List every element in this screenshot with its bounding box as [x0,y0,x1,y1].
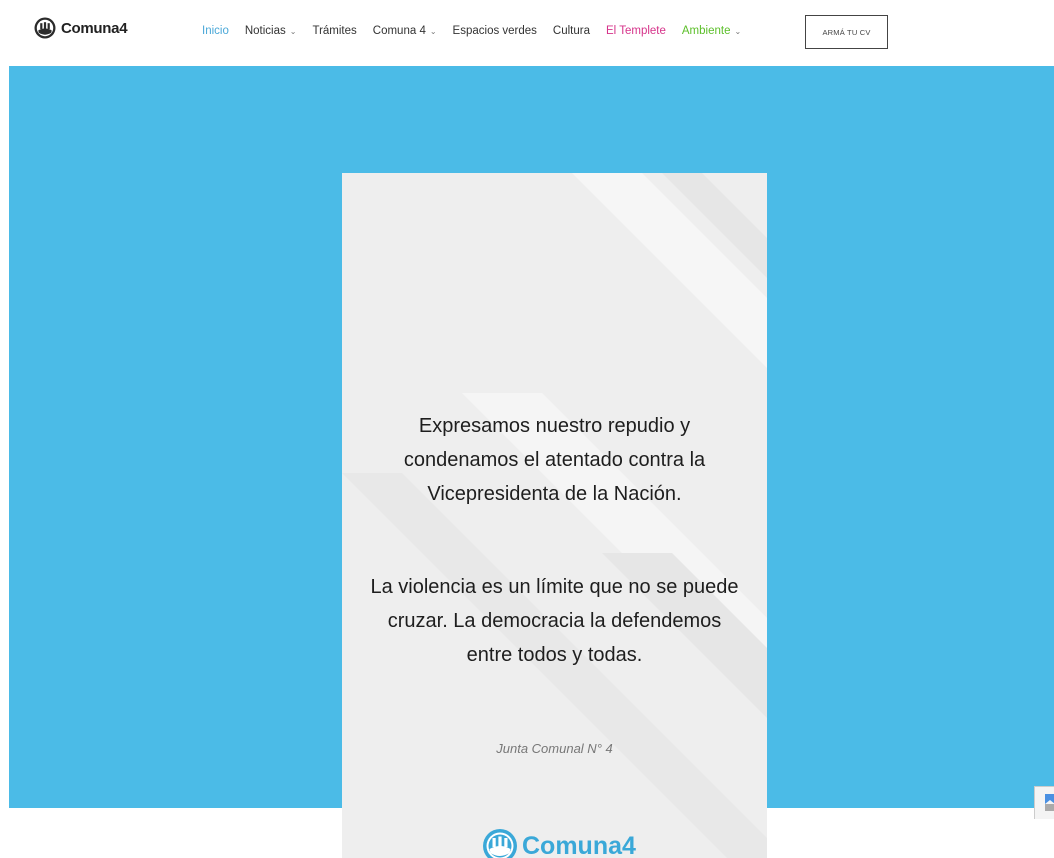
nav-item-ambiente[interactable]: Ambiente⌄ [682,25,741,37]
nav-item-label: Ambiente [682,25,731,37]
statement-violencia: La violencia es un límite que no se pued… [342,570,767,672]
card-logo-word: Comuna [522,832,622,858]
statement-line: condenamos el atentado contra la [342,443,767,477]
statement-line: cruzar. La democracia la defendemos [342,604,767,638]
statement-line: Vicepresidenta de la Nación. [342,477,767,511]
hero-section: Expresamos nuestro repudio y condenamos … [9,66,1054,808]
nav-item-label: El Templete [606,25,666,37]
statement-line: entre todos y todas. [342,638,767,672]
nav-item-label: Noticias [245,25,286,37]
site-header: Comuna4 Inicio Noticias ⌄ Trámites Comuna 4 ⌄… [0,0,1054,66]
comuna-emblem-icon [482,828,518,858]
card-logo-text: Comuna4 [522,832,636,858]
main-navigation: Inicio Noticias ⌄ Trámites Comuna 4 ⌄ Espacios… [202,25,757,37]
nav-item-tramites[interactable]: Trámites [312,25,356,37]
card-logo-number: 4 [622,832,636,858]
arma-tu-cv-button[interactable]: ARMÁ TU CV [805,15,888,49]
chevron-down-icon: ⌄ [290,27,297,36]
recaptcha-icon [1043,791,1054,813]
nav-item-label: Inicio [202,25,229,37]
chevron-down-icon: ⌄ [430,27,437,36]
nav-item-comuna-4[interactable]: Comuna 4 ⌄ [373,25,437,37]
statement-line: La violencia es un límite que no se pued… [342,570,767,604]
nav-item-cultura[interactable]: Cultura [553,25,590,37]
nav-item-el-templete[interactable]: El Templete [606,25,666,37]
nav-item-noticias[interactable]: Noticias ⌄ [245,25,297,37]
nav-item-label: Cultura [553,25,590,37]
statement-line: Expresamos nuestro repudio y [342,409,767,443]
statement-repudio: Expresamos nuestro repudio y condenamos … [342,409,767,511]
chevron-down-icon: ⌄ [734,27,741,36]
site-logo[interactable]: Comuna4 [34,17,127,39]
logo-text: Comuna4 [61,20,127,37]
nav-item-label: Espacios verdes [453,25,537,37]
nav-item-label: Trámites [312,25,356,37]
card-logo: Comuna4 [482,828,636,858]
nav-item-inicio[interactable]: Inicio [202,25,229,37]
nav-item-espacios-verdes[interactable]: Espacios verdes [453,25,537,37]
nav-item-label: Comuna 4 [373,25,426,37]
statement-card: Expresamos nuestro repudio y condenamos … [342,173,767,858]
signature: Junta Comunal N° 4 [342,741,767,756]
comuna-emblem-icon [34,17,56,39]
recaptcha-badge[interactable] [1034,786,1054,819]
